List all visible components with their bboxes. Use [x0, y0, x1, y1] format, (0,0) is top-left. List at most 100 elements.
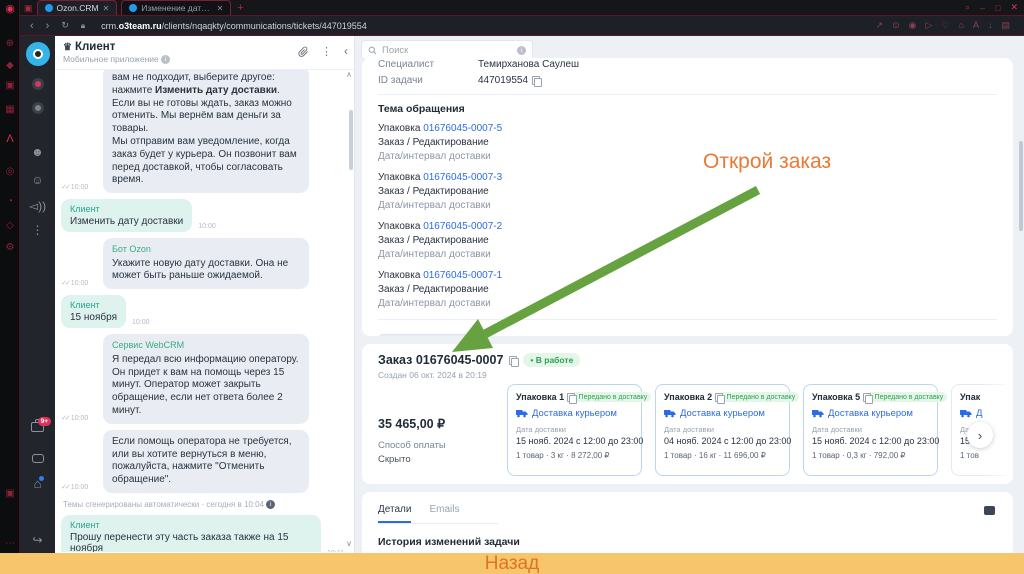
- delivery-method-link[interactable]: Д: [976, 408, 982, 419]
- comments-icon[interactable]: [31, 454, 44, 463]
- package-card-2[interactable]: Упаковка 2Передано в доставку Доставка к…: [655, 384, 800, 476]
- gift-icon[interactable]: ◆: [0, 60, 20, 71]
- reload-icon[interactable]: ↻: [61, 20, 69, 31]
- package-status-badge: Передано в доставку: [570, 392, 652, 402]
- collapse-panel-icon[interactable]: ‹: [344, 44, 348, 58]
- order-title: Заказ 01676045-0007: [378, 353, 504, 367]
- camera-ext-icon[interactable]: ⊙: [892, 20, 900, 31]
- logout-icon[interactable]: ↪: [32, 534, 42, 546]
- close-window-button[interactable]: ✕: [1010, 2, 1018, 13]
- arc-logo-icon[interactable]: Λ: [0, 133, 20, 145]
- clients-icon[interactable]: ☻: [31, 146, 44, 158]
- message-client-1: Клиент Изменить дату доставки 10:00: [61, 199, 344, 233]
- bookmark-heart-icon[interactable]: ♡: [941, 20, 949, 31]
- play-icon[interactable]: ▷: [926, 20, 933, 31]
- search-input[interactable]: [382, 44, 517, 56]
- box-icon[interactable]: ◇: [0, 220, 20, 231]
- attach-icon[interactable]: [298, 46, 309, 57]
- chat-header: ♛ Клиент Мобильное приложение i ⋮ ‹: [55, 36, 354, 70]
- copy-icon[interactable]: [532, 76, 543, 87]
- lock-icon: 🔒︎: [80, 20, 86, 30]
- delivery-method-link[interactable]: Доставка курьером: [680, 408, 765, 419]
- package-link[interactable]: 01676045-0007-2: [423, 221, 502, 232]
- packages-carousel[interactable]: Упаковка 1Передано в доставку Доставка к…: [507, 384, 1007, 476]
- announcements-icon[interactable]: ◅)): [29, 200, 46, 212]
- package-link[interactable]: 01676045-0007-5: [423, 123, 502, 134]
- tab-emails[interactable]: Emails: [429, 504, 459, 523]
- more-icon[interactable]: ⋯: [0, 538, 20, 549]
- back-bar[interactable]: Назад: [0, 553, 1024, 574]
- carousel-next-button[interactable]: ›: [967, 422, 993, 448]
- info-icon[interactable]: i: [161, 55, 171, 65]
- timestamp: 10:00: [198, 223, 216, 231]
- ticket-panel: i Специалист Темирханова Саулеш ID задач…: [355, 36, 1024, 553]
- package-link[interactable]: 01676045-0007-3: [423, 172, 502, 183]
- delivery-method-link[interactable]: Доставка курьером: [828, 408, 913, 419]
- tab-date-change[interactable]: Изменение даты и врем ✕: [121, 0, 232, 15]
- timestamp: 10:11: [327, 550, 344, 552]
- order-total: 35 465,00 ₽: [378, 417, 446, 431]
- gallery-icon[interactable]: ▦: [0, 104, 20, 115]
- back-icon[interactable]: ‹: [30, 20, 34, 32]
- tv-icon[interactable]: ▣: [0, 80, 20, 91]
- status-dot-icon[interactable]: [31, 102, 44, 114]
- scroll-up-icon[interactable]: ∧: [346, 70, 352, 79]
- profile-icon[interactable]: A: [973, 20, 979, 31]
- timestamp: 10:00: [132, 319, 150, 327]
- home-ext-icon[interactable]: ⌂: [959, 20, 964, 31]
- chat-panel: ♛ Клиент Мобильное приложение i ⋮ ‹ ∧ вам…: [55, 36, 355, 553]
- ozon-logo[interactable]: [25, 42, 50, 66]
- info-icon[interactable]: i: [266, 500, 276, 510]
- tab-close-icon-2[interactable]: ✕: [217, 4, 224, 13]
- read-receipt-icon: ✓✓: [61, 414, 71, 422]
- screenshot-icon[interactable]: ▣: [0, 488, 20, 499]
- play-circle-icon[interactable]: ◎: [0, 166, 20, 177]
- package-card-3[interactable]: Упаковка 5Передано в доставку Доставка к…: [803, 384, 948, 476]
- share-icon[interactable]: ↗: [876, 20, 884, 31]
- rate-task-button[interactable]: Оценить задачу: [378, 334, 473, 336]
- search-bar[interactable]: i: [362, 41, 532, 59]
- panel-list-icon[interactable]: ▤: [1001, 20, 1010, 31]
- kebab-menu-icon[interactable]: ⋮: [32, 224, 44, 236]
- tab-details[interactable]: Детали: [378, 504, 412, 523]
- browser-tabbar: ▣ Ozon.CRM ✕ Изменение даты и врем ✕ + ⌕…: [20, 0, 1024, 16]
- annotation-open-order: Открой заказ: [703, 150, 832, 173]
- forum-icon[interactable]: [984, 506, 995, 515]
- message-bot-1: вам не подходит, выберите другое: нажмит…: [61, 70, 344, 194]
- delivery-method-link[interactable]: Доставка курьером: [532, 408, 617, 419]
- maximize-button[interactable]: □: [995, 3, 1000, 13]
- downloads-icon[interactable]: ↓: [988, 20, 993, 31]
- minimize-button[interactable]: –: [980, 3, 985, 13]
- message-text: Мы отправим вам уведомление, когда заказ…: [112, 135, 297, 186]
- copy-icon[interactable]: [509, 355, 520, 367]
- tab-ozon-crm[interactable]: Ozon.CRM ✕: [36, 0, 118, 15]
- target-icon[interactable]: ◉: [909, 20, 917, 31]
- package-link[interactable]: 01676045-0007-1: [423, 270, 502, 281]
- messages-area[interactable]: ∧ вам не подходит, выберите другое: нажм…: [55, 70, 354, 552]
- settings-gear-icon[interactable]: ⚙: [0, 242, 20, 253]
- url-text[interactable]: crm.o3team.ru/clients/nqaqkty/communicat…: [101, 21, 367, 31]
- history-icon[interactable]: ◔: [0, 196, 20, 207]
- app-logo-icon[interactable]: ◉: [0, 2, 20, 15]
- home-icon[interactable]: ⌂: [34, 476, 45, 491]
- chat-menu-icon[interactable]: ⋮: [321, 45, 332, 58]
- message-text: Изменить дату доставки: [70, 216, 184, 228]
- panel-scrollbar[interactable]: [1019, 141, 1023, 231]
- chats-icon[interactable]: ☺: [31, 174, 43, 186]
- specialist-link[interactable]: Темирханова Саулеш: [478, 59, 579, 70]
- tasks-icon[interactable]: 9+: [31, 417, 51, 432]
- new-tab-button[interactable]: +: [237, 2, 243, 14]
- package-card-1[interactable]: Упаковка 1Передано в доставку Доставка к…: [507, 384, 652, 476]
- search-info-icon[interactable]: i: [517, 45, 526, 55]
- chat-scrollbar[interactable]: [349, 110, 353, 170]
- tab-tiling-icon[interactable]: ▣: [24, 0, 33, 16]
- message-bold: Изменить дату доставки: [155, 84, 277, 96]
- scroll-down-icon[interactable]: ∨: [346, 539, 352, 548]
- system-line-1: Темы сгенерированы автоматически · сегод…: [63, 500, 344, 510]
- timestamp: 10:00: [70, 483, 89, 491]
- mention-icon[interactable]: ⊕: [0, 38, 20, 49]
- tab-close-icon[interactable]: ✕: [103, 4, 110, 13]
- recording-status-icon[interactable]: [31, 78, 44, 90]
- search-tabs-icon[interactable]: ⌕: [965, 2, 970, 13]
- forward-icon[interactable]: ›: [46, 20, 50, 32]
